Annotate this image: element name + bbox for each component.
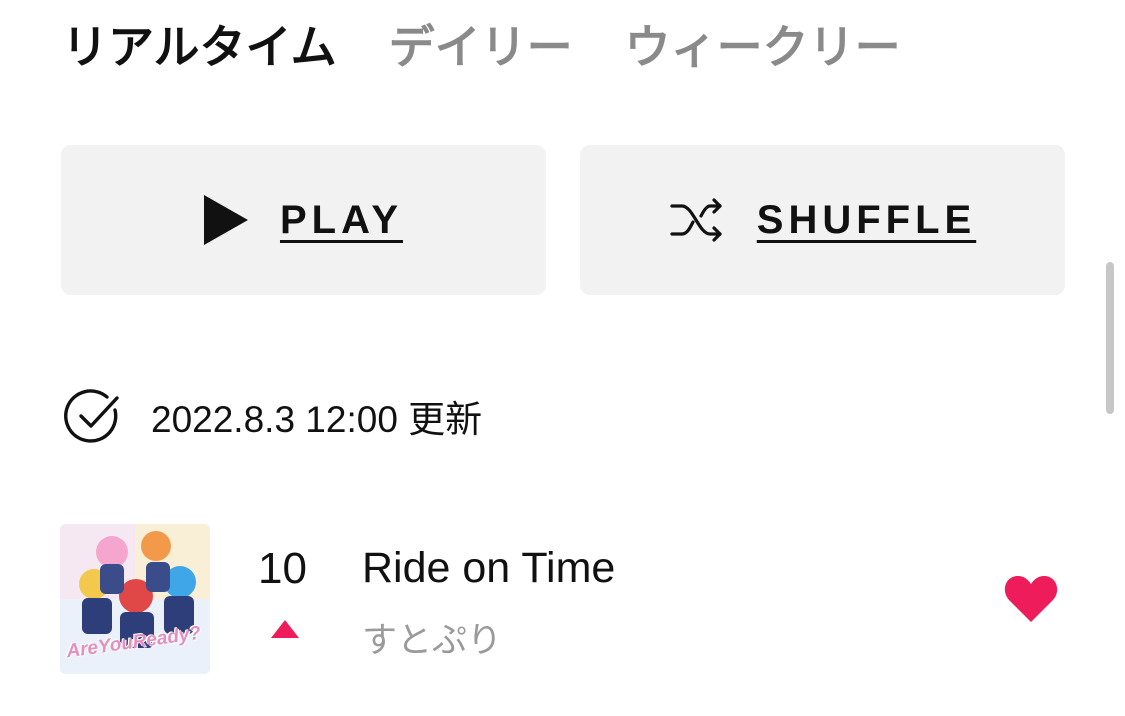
tab-daily[interactable]: デイリー	[389, 11, 573, 77]
play-icon	[203, 195, 248, 245]
play-button[interactable]: PLAY	[61, 145, 546, 295]
tab-weekly[interactable]: ウィークリー	[625, 11, 901, 77]
track-artist: すとぷり	[362, 621, 503, 661]
heart-icon[interactable]	[1003, 574, 1059, 628]
tab-realtime[interactable]: リアルタイム	[62, 11, 337, 77]
track-row[interactable]: AreYouReady? 10 Ride on Time すとぷり	[0, 522, 1125, 674]
check-circle-icon	[63, 386, 123, 446]
scrollbar[interactable]	[1106, 262, 1114, 414]
trend-up-icon	[271, 620, 299, 638]
track-title: Ride on Time	[362, 544, 616, 592]
shuffle-button[interactable]: SHUFFLE	[580, 145, 1065, 295]
chart-period-tabs: リアルタイム デイリー ウィークリー	[62, 14, 953, 74]
shuffle-label: SHUFFLE	[756, 197, 977, 242]
rank-number: 10	[258, 544, 307, 593]
update-timestamp: 2022.8.3 12:00 更新	[151, 399, 483, 440]
update-status: 2022.8.3 12:00 更新	[63, 388, 482, 444]
shuffle-icon	[669, 195, 725, 245]
album-artwork: AreYouReady?	[60, 524, 210, 674]
play-label: PLAY	[279, 197, 403, 242]
